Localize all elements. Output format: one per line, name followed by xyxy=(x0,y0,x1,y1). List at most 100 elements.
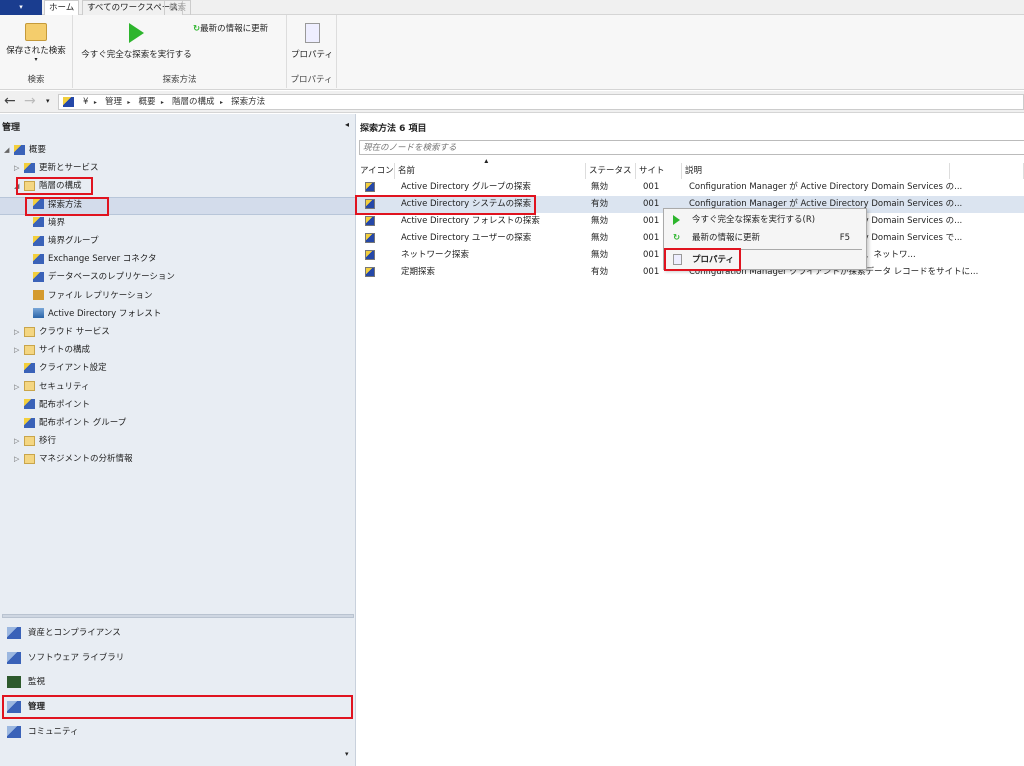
folder-icon xyxy=(24,435,35,446)
search-input[interactable] xyxy=(359,140,1024,155)
play-icon xyxy=(129,23,144,43)
workspace-label: コミュニティ xyxy=(28,726,79,737)
tree-item[interactable]: Active Directory フォレスト xyxy=(33,306,161,323)
cell-desc: Configuration Manager が Active Directory… xyxy=(689,182,963,192)
menu-item-refresh[interactable]: ↻ 最新の情報に更新 F5 xyxy=(664,229,866,247)
tree-item[interactable]: クライアント設定 xyxy=(24,360,107,377)
tree-item-label: データベースのレプリケーション xyxy=(48,272,175,283)
refresh-label: 最新の情報に更新 xyxy=(200,24,269,34)
tab-home[interactable]: ホーム xyxy=(44,0,80,15)
collapse-arrow-icon[interactable]: ◢ xyxy=(4,146,9,154)
tree-item-label: 移行 xyxy=(39,436,57,447)
expand-arrow-icon[interactable]: ▷ xyxy=(14,437,19,445)
expand-arrow-icon[interactable]: ▷ xyxy=(14,328,19,336)
app-menu-button[interactable]: ▾ xyxy=(0,0,42,15)
exchange-icon xyxy=(33,253,44,264)
saved-searches-button[interactable]: 保存された検索 ▾ xyxy=(6,19,66,63)
collapse-pane-button[interactable]: ◂ xyxy=(345,120,349,129)
workspace-community[interactable]: コミュニティ xyxy=(0,720,355,744)
tree-item-label: Exchange Server コネクタ xyxy=(48,254,157,265)
group-label: 探索方法 xyxy=(162,75,197,85)
menu-item-run-discovery[interactable]: 今すぐ完全な探索を実行する(R) xyxy=(664,211,866,229)
discovery-method-icon xyxy=(365,233,375,243)
shortcut-label: F5 xyxy=(839,233,850,243)
expand-arrow-icon[interactable]: ▷ xyxy=(14,346,19,354)
tree-item[interactable]: 配布ポイント xyxy=(24,397,90,414)
run-full-discovery-button[interactable]: 今すぐ完全な探索を実行する xyxy=(79,19,194,60)
tree-item[interactable]: 概要 xyxy=(14,142,46,159)
column-header[interactable] xyxy=(950,163,1024,179)
expand-arrow-icon[interactable]: ▷ xyxy=(14,164,19,172)
cell-name: Active Directory ユーザーの探索 xyxy=(401,233,532,243)
expand-arrow-icon[interactable]: ▷ xyxy=(14,455,19,463)
discovery-method-icon xyxy=(365,182,375,192)
workspace-assets[interactable]: 資産とコンプライアンス xyxy=(0,621,355,645)
tree-item[interactable]: 移行 xyxy=(24,433,56,450)
file-repl-icon xyxy=(33,290,44,301)
cell-status: 有効 xyxy=(591,267,609,277)
splitter[interactable] xyxy=(2,614,354,618)
column-header[interactable]: サイト xyxy=(636,163,682,179)
column-header[interactable]: 説明 xyxy=(682,163,950,179)
crumb-admin[interactable]: 管理 xyxy=(105,97,122,107)
cell-site: 001 xyxy=(643,250,660,260)
boundary-group-icon xyxy=(33,235,44,246)
saved-search-icon xyxy=(25,23,47,41)
monitoring-icon xyxy=(7,676,21,689)
cell-status: 無効 xyxy=(591,250,609,260)
refresh-button[interactable]: ↻最新の情報に更新 xyxy=(193,22,268,34)
client-icon xyxy=(24,362,35,373)
forward-button[interactable]: → xyxy=(24,93,36,109)
cell-name: Active Directory フォレストの探索 xyxy=(401,216,540,226)
updates-icon xyxy=(24,162,35,173)
pane-title: 管理 xyxy=(2,123,21,133)
workspace-monitoring[interactable]: 監視 xyxy=(0,670,355,694)
tree-item[interactable]: クラウド サービス xyxy=(24,324,110,341)
tree-item-label: クライアント設定 xyxy=(39,363,107,374)
crumb-discovery[interactable]: 探索方法 xyxy=(231,97,265,107)
workspace-label: ソフトウェア ライブラリ xyxy=(28,652,125,663)
crumb-hierarchy[interactable]: 階層の構成 xyxy=(172,97,215,107)
tree-item[interactable]: 境界 xyxy=(33,215,65,232)
tab-search[interactable]: 検索 xyxy=(164,0,192,15)
properties-label: プロパティ xyxy=(291,50,333,60)
crumb-root[interactable]: ¥ xyxy=(83,97,88,107)
column-header[interactable]: ステータス xyxy=(586,163,636,179)
address-bar: ← → ▾ ¥ ▸ 管理 ▸ 概要 ▸ 階層の構成 ▸ 探索方法 xyxy=(0,91,1024,113)
cell-name: ネットワーク探索 xyxy=(401,250,470,260)
tree-item[interactable]: 配布ポイント グループ xyxy=(24,415,126,432)
tree-item[interactable]: ファイル レプリケーション xyxy=(33,288,153,305)
tree-item[interactable]: 境界グループ xyxy=(33,233,99,250)
properties-button[interactable]: プロパティ xyxy=(291,19,333,60)
highlight-box xyxy=(664,248,741,271)
tree-item-label: 更新とサービス xyxy=(39,163,99,174)
tree-item[interactable]: サイトの構成 xyxy=(24,342,90,359)
cell-status: 無効 xyxy=(591,233,609,243)
tree-item[interactable]: データベースのレプリケーション xyxy=(33,269,175,286)
workspace-software[interactable]: ソフトウェア ライブラリ xyxy=(0,646,355,670)
tree-item-label: 配布ポイント グループ xyxy=(39,418,127,428)
crumb-overview[interactable]: 概要 xyxy=(139,97,156,107)
tree-item[interactable]: セキュリティ xyxy=(24,379,90,396)
folder-icon xyxy=(24,326,35,337)
back-button[interactable]: ← xyxy=(4,93,16,109)
discovery-method-icon xyxy=(365,216,375,226)
table-row[interactable]: Active Directory グループの探索 無効 001 Configurati… xyxy=(357,179,1024,196)
community-icon xyxy=(7,725,21,738)
ribbon-tab-bar: ▾ ホーム すべてのワークスペース 検索 xyxy=(0,0,1024,15)
run-full-discovery-label: 今すぐ完全な探索を実行する xyxy=(81,50,192,60)
tree-item[interactable]: マネジメントの分析情報 xyxy=(24,451,133,468)
tree-item-label: Active Directory フォレスト xyxy=(48,308,162,319)
history-dropdown[interactable]: ▾ xyxy=(46,97,50,105)
column-header[interactable]: アイコン xyxy=(357,163,395,179)
column-header[interactable]: 名前 xyxy=(395,163,586,179)
dropdown-arrow-icon: ▾ xyxy=(34,56,38,63)
breadcrumb[interactable]: ¥ ▸ 管理 ▸ 概要 ▸ 階層の構成 ▸ 探索方法 xyxy=(58,94,1024,110)
crumb-sep: ▸ xyxy=(93,99,97,106)
tree-item[interactable]: 更新とサービス xyxy=(24,160,99,177)
scroll-down-button[interactable]: ▾ xyxy=(345,750,349,758)
expand-arrow-icon[interactable]: ▷ xyxy=(14,383,19,391)
crumb-sep: ▸ xyxy=(160,99,164,106)
tree-item[interactable]: Exchange Server コネクタ xyxy=(33,251,156,268)
cell-status: 無効 xyxy=(591,216,609,226)
